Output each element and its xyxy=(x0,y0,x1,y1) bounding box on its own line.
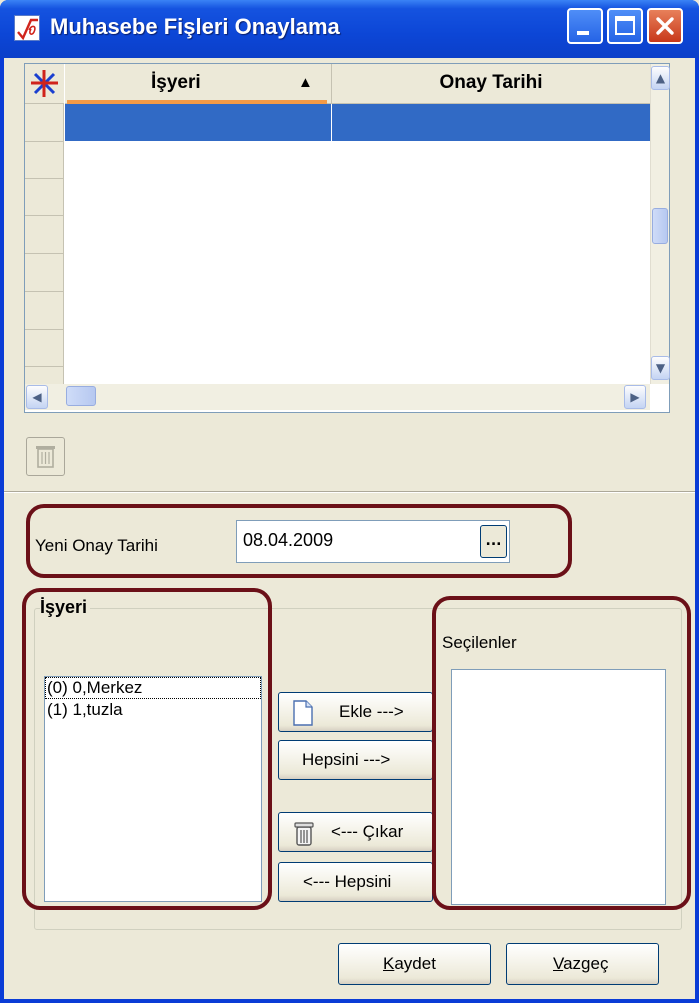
minimize-button[interactable] xyxy=(567,8,603,44)
row-header-divider xyxy=(25,253,64,254)
cancel-button[interactable]: Vazgeç xyxy=(506,943,659,985)
remove-all-button[interactable]: <--- Hepsini xyxy=(278,862,433,902)
remove-button[interactable]: <--- Çıkar xyxy=(278,812,433,852)
highlight-box-isyeri xyxy=(22,588,272,910)
grid-cell-isyeri-selected[interactable] xyxy=(65,104,331,141)
save-button-rest: aydet xyxy=(394,954,436,973)
cancel-button-label: Vazgeç xyxy=(553,944,608,984)
grid-cell-onay-tarihi-selected[interactable] xyxy=(332,104,650,141)
add-button[interactable]: Ekle ---> xyxy=(278,692,433,732)
row-header-divider xyxy=(25,291,64,292)
remove-all-button-label: <--- Hepsini xyxy=(303,872,392,891)
column-header-label: İşyeri xyxy=(151,72,201,93)
row-header-divider xyxy=(25,141,64,142)
new-page-icon xyxy=(293,700,313,726)
row-header-divider xyxy=(25,366,64,367)
grid-corner-button[interactable] xyxy=(25,64,64,104)
maximize-icon xyxy=(615,16,635,35)
column-header-isyeri[interactable]: İşyeri ▲ xyxy=(65,64,332,104)
scroll-down-button[interactable]: ▼ xyxy=(651,356,670,380)
add-button-label: Ekle ---> xyxy=(339,702,404,721)
highlight-box-selected xyxy=(432,596,691,910)
window-title: Muhasebe Fişleri Onaylama xyxy=(50,14,340,39)
maximize-button[interactable] xyxy=(607,8,643,44)
highlight-box-date xyxy=(26,504,572,578)
save-button-label: Kaydet xyxy=(383,944,436,984)
row-header-column xyxy=(25,64,64,390)
vertical-scroll-thumb[interactable] xyxy=(652,208,668,244)
trash-icon xyxy=(294,822,314,846)
save-button[interactable]: Kaydet xyxy=(338,943,491,985)
scroll-up-button[interactable]: ▲ xyxy=(651,66,670,90)
horizontal-scroll-thumb[interactable] xyxy=(66,386,96,406)
delete-row-button[interactable] xyxy=(26,437,65,476)
add-all-button-label: Hepsini ---> xyxy=(302,750,391,769)
scroll-right-button[interactable]: ▶ xyxy=(624,385,646,409)
minimize-icon xyxy=(577,31,589,35)
app-icon xyxy=(14,15,40,41)
column-header-onay-tarihi[interactable]: Onay Tarihi xyxy=(332,64,650,104)
horizontal-scrollbar[interactable] xyxy=(25,384,650,410)
close-button[interactable] xyxy=(647,8,683,44)
row-header-divider xyxy=(25,178,64,179)
close-icon xyxy=(656,17,674,35)
scroll-left-button[interactable]: ◀ xyxy=(26,385,48,409)
remove-button-label: <--- Çıkar xyxy=(331,822,404,841)
save-accesskey: K xyxy=(383,954,395,973)
separator xyxy=(4,491,695,493)
sort-ascending-icon: ▲ xyxy=(298,74,313,91)
column-header-label: Onay Tarihi xyxy=(439,72,543,93)
row-header-divider xyxy=(25,329,64,330)
add-all-button[interactable]: Hepsini ---> xyxy=(278,740,433,780)
row-header-divider xyxy=(25,215,64,216)
grid-column-divider xyxy=(331,104,332,141)
cancel-button-rest: azgeç xyxy=(563,954,609,973)
trash-icon xyxy=(36,446,55,468)
cancel-accesskey: V xyxy=(553,954,564,973)
grid-select-icon xyxy=(31,70,58,97)
